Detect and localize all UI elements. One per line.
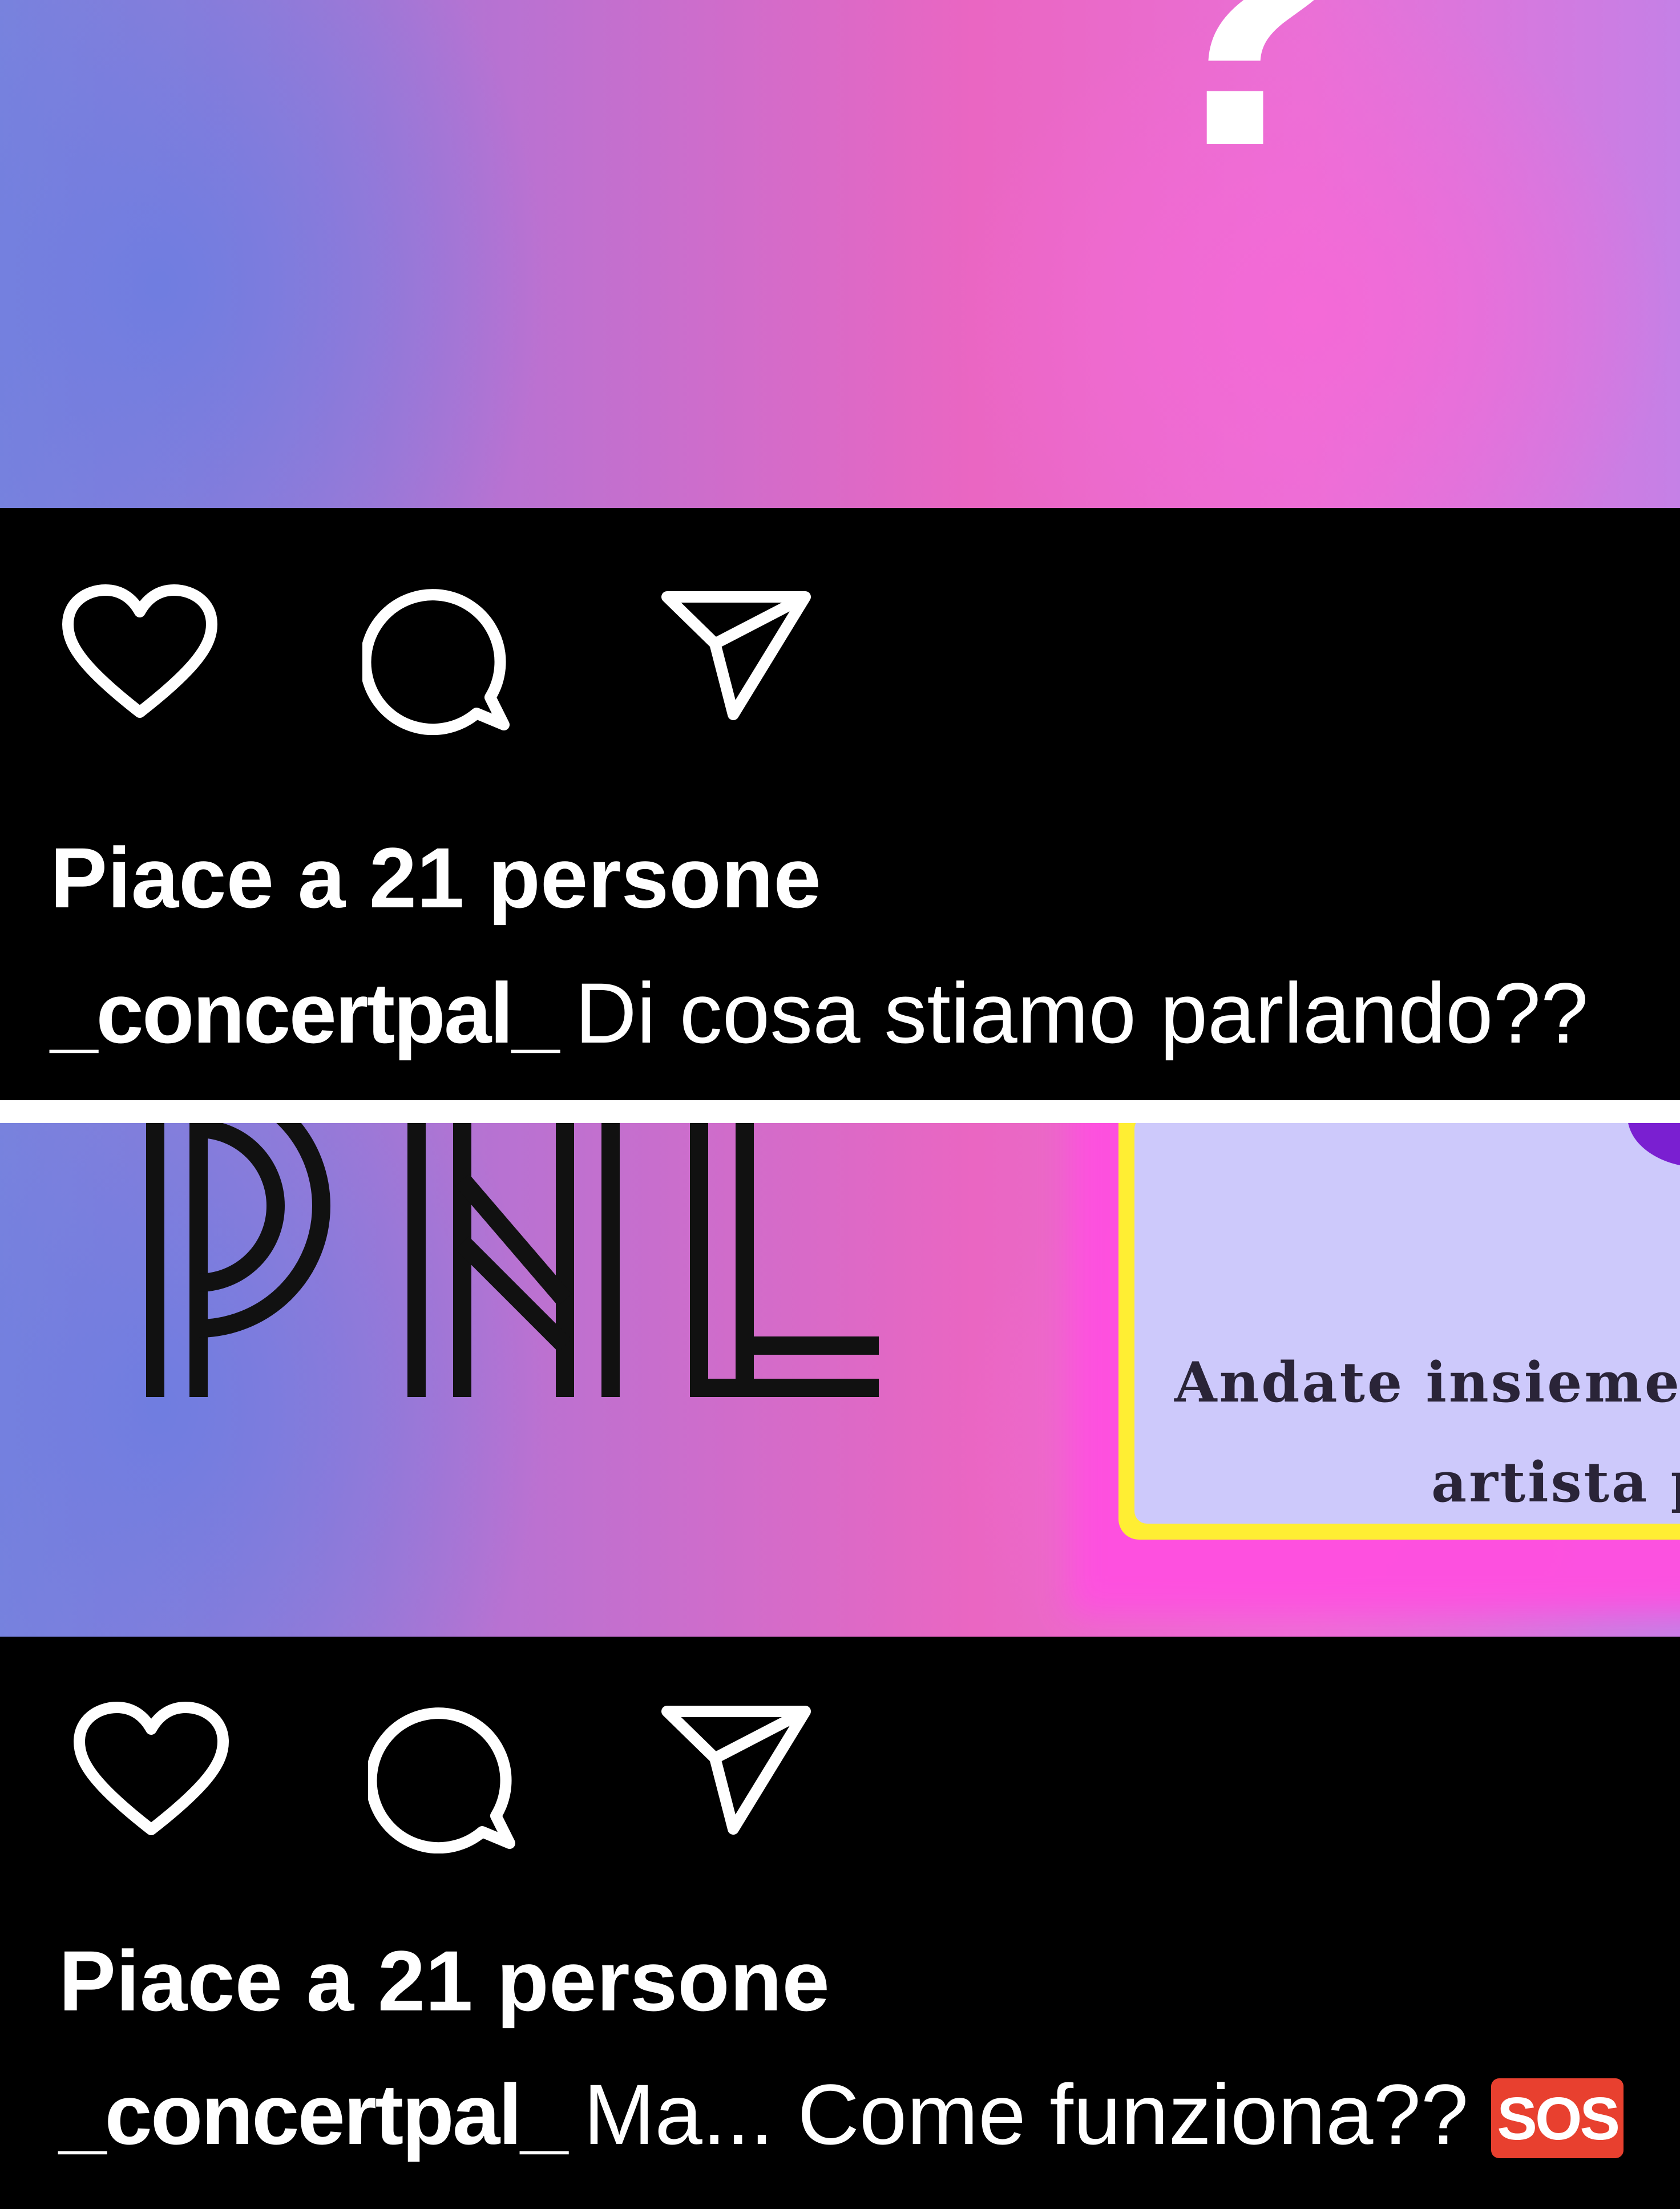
info-card-body: Andate insieme artista p [1134,1123,1680,1524]
username-link[interactable]: _concertpal_ [59,2066,568,2162]
post-image[interactable]: ? [0,0,1680,508]
caption-text: Ma... Come funziona?? [583,2066,1469,2162]
like-button[interactable] [71,1699,231,1842]
question-mark-graphic: ? [1121,0,1366,229]
heart-icon [62,584,217,718]
likes-count[interactable]: Piace a 21 persone [50,835,821,920]
post-1: ? Piace a 21 persone _concertpal_ Di cosa… [0,0,1680,1100]
share-icon [661,1706,811,1835]
post-2: Andate insieme artista p Piace a 21 pers… [0,1123,1680,2209]
logo-graphic [146,1123,879,1397]
card-text-line2: artista p [1431,1450,1680,1515]
card-decoration [1628,1123,1680,1168]
post-image[interactable]: Andate insieme artista p [0,1123,1680,1637]
share-icon [661,591,811,720]
like-button[interactable] [60,582,220,725]
share-button[interactable] [659,1702,813,1839]
likes-count[interactable]: Piace a 21 persone [59,1938,830,2024]
sos-emoji-icon: SOS [1491,2078,1624,2158]
post-actions [0,565,913,736]
heart-icon [74,1702,229,1835]
post-caption: _concertpal_ Ma... Come funziona?? SOS [59,2071,1624,2158]
username-link[interactable]: _concertpal_ [50,965,559,1061]
comment-button[interactable] [362,581,516,735]
share-button[interactable] [659,588,813,725]
card-text-line1: Andate insieme [1174,1350,1680,1415]
comment-icon [368,1707,515,1853]
comment-button[interactable] [368,1699,522,1853]
caption-text: Di cosa stiamo parlando?? [575,965,1589,1061]
post-actions [0,1677,913,1853]
post-caption: _concertpal_ Di cosa stiamo parlando?? [50,970,1588,1056]
info-card: Andate insieme artista p [1118,1123,1680,1540]
comment-icon [362,589,510,735]
